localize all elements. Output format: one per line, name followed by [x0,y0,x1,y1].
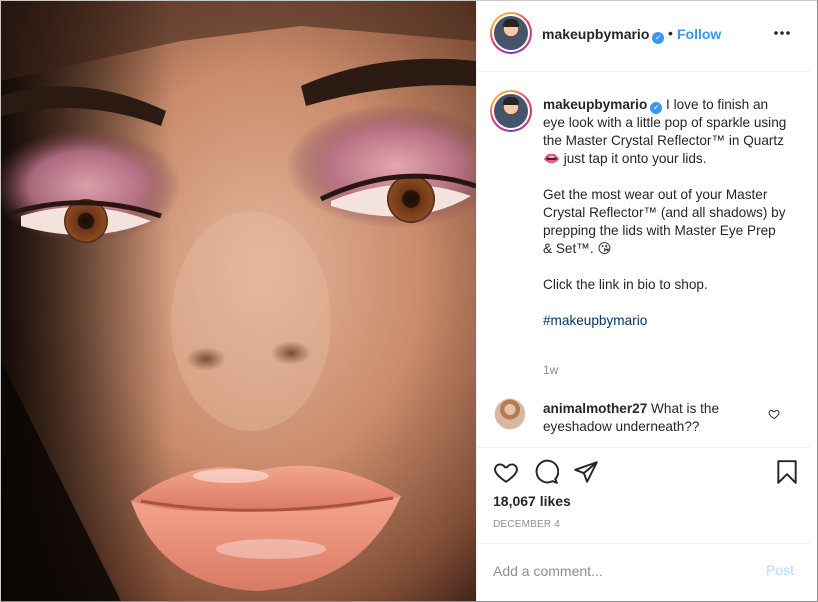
bookmark-icon[interactable] [774,459,800,485]
comment-bubble-icon[interactable] [533,459,559,485]
caption-text-2: Get the most wear out of your Master Cry… [543,187,786,256]
more-horizontal-icon[interactable] [773,26,791,40]
follow-button[interactable]: Follow [677,26,721,42]
commenter-avatar[interactable] [494,398,526,430]
comment-item: animalmother27 What is the eyeshadow und… [543,400,753,436]
likes-count[interactable]: 18,067 likes [493,493,571,509]
caption-username[interactable]: makeupbymario [543,97,647,112]
caption-timestamp[interactable]: 1w [543,363,558,377]
separator-dot: • [668,25,673,41]
input-divider [477,543,810,544]
makeup-closeup-image [1,1,476,601]
caption-author-avatar[interactable] [490,90,532,132]
verified-badge-icon: ✓ [652,32,665,44]
author-username[interactable]: makeupbymario ✓ [542,26,665,44]
post-comment-button[interactable]: Post [766,562,794,578]
post-photo[interactable] [1,1,476,601]
send-icon[interactable] [573,459,599,485]
post-caption: makeupbymario ✓ I love to finish an eye l… [543,96,787,330]
verified-badge-icon: ✓ [650,102,663,114]
header-divider [477,71,810,72]
actions-divider [477,447,810,448]
add-comment-input[interactable] [493,561,753,581]
hashtag-link[interactable]: #makeupbymario [543,313,647,328]
author-avatar[interactable] [490,12,532,54]
post-date[interactable]: DECEMBER 4 [493,519,560,530]
heart-icon[interactable] [493,459,519,485]
caption-text-3: Click the link in bio to shop. [543,277,708,292]
post-details-panel: makeupbymario ✓ • Follow makeupbymario ✓ I… [476,1,810,601]
comment-heart-icon[interactable] [768,408,780,420]
comment-username[interactable]: animalmother27 [543,401,647,416]
post-modal: makeupbymario ✓ • Follow makeupbymario ✓ I… [0,0,818,602]
